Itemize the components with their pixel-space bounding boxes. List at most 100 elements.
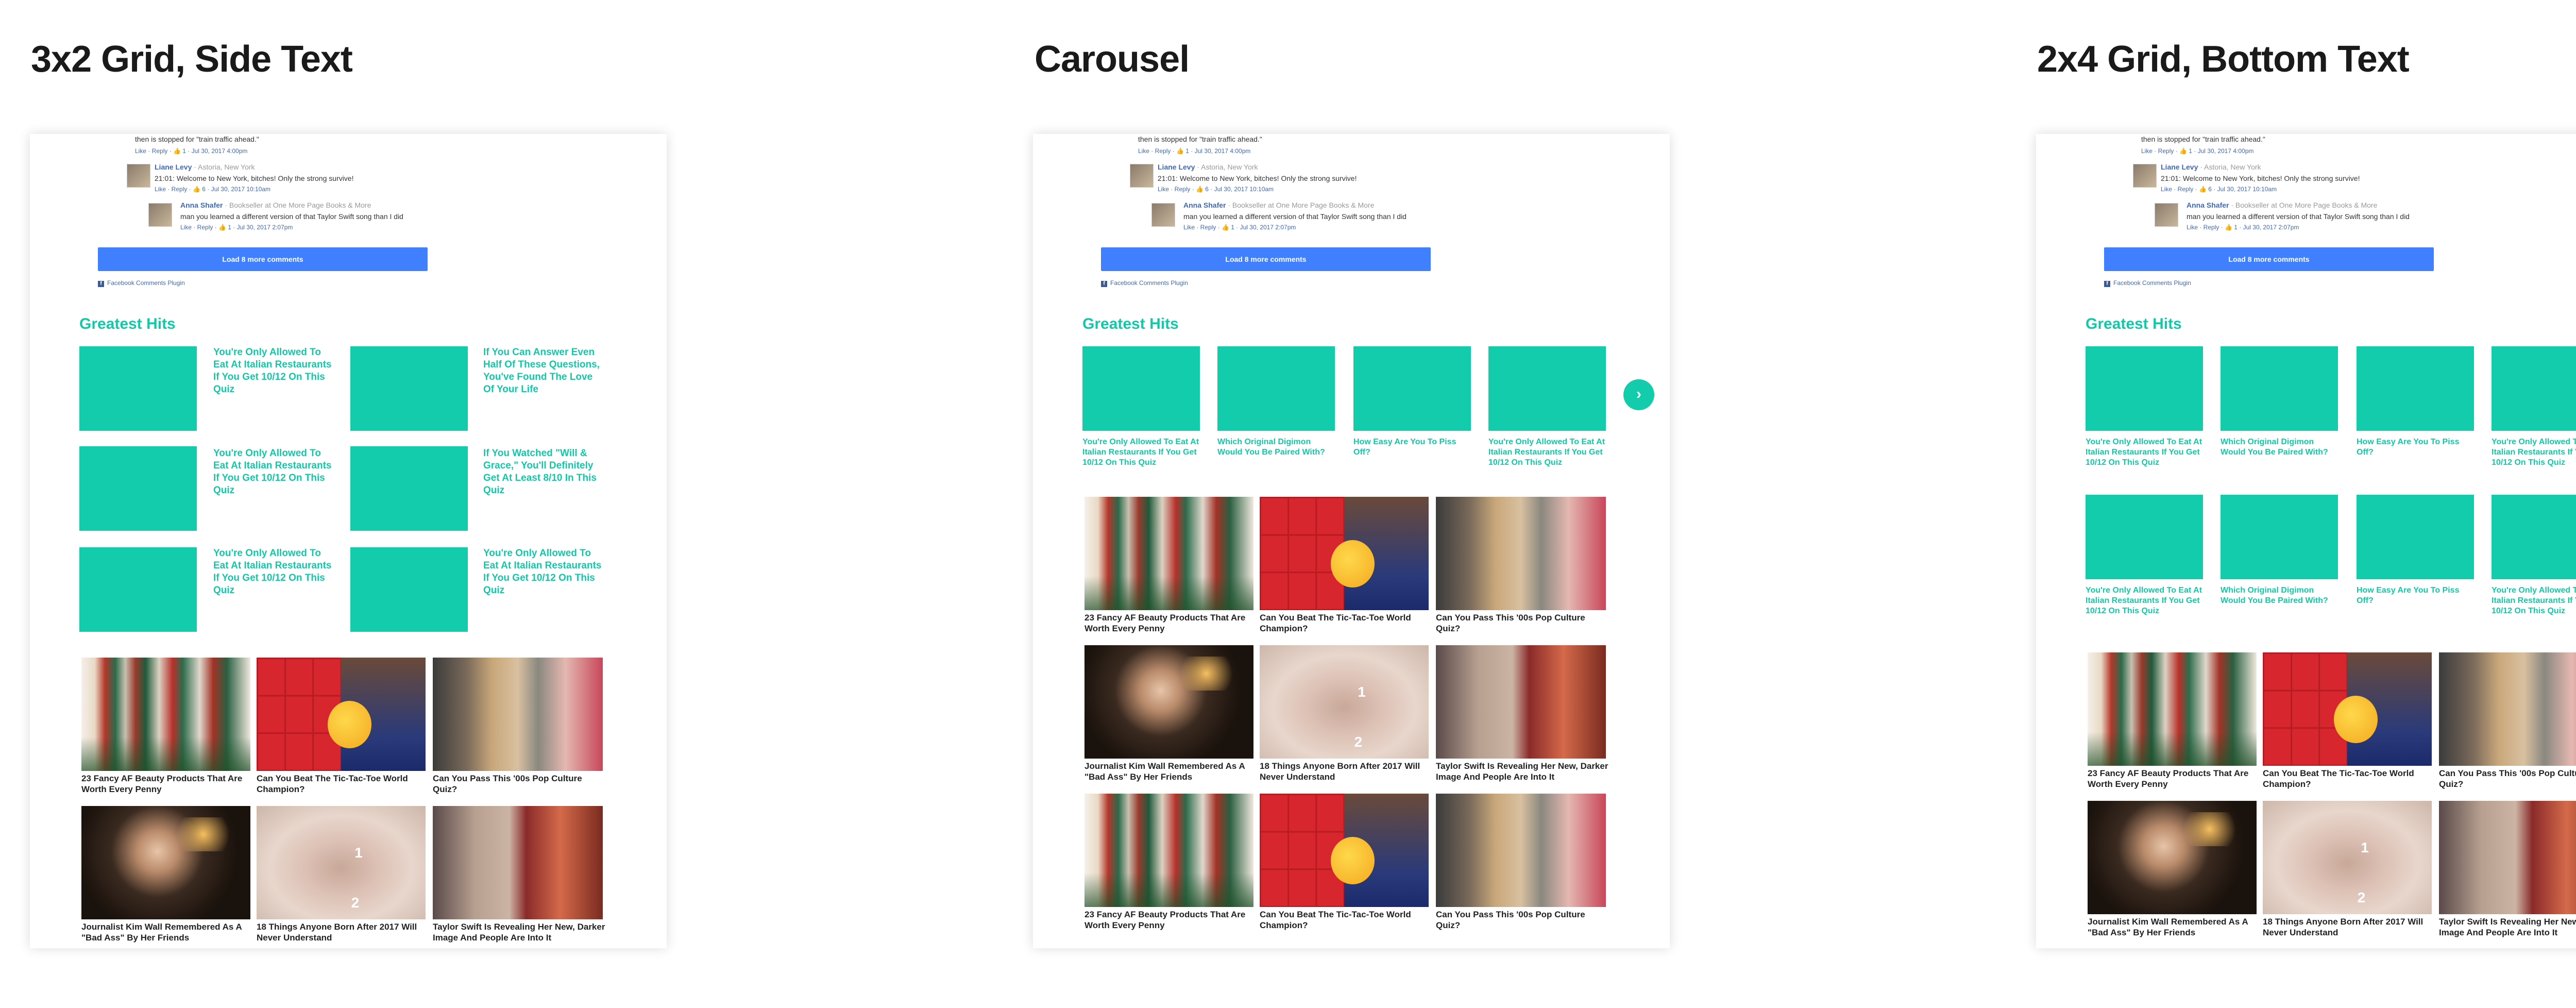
avatar[interactable] xyxy=(1151,203,1175,227)
load-more-comments-button[interactable]: Load 8 more comments xyxy=(1101,247,1431,271)
article-link[interactable]: Journalist Kim Wall Remembered As A "Bad… xyxy=(1084,761,1255,782)
load-more-comments-button[interactable]: Load 8 more comments xyxy=(2104,247,2434,271)
article-link[interactable]: 23 Fancy AF Beauty Products That Are Wor… xyxy=(2088,768,2258,789)
quiz-link[interactable]: You're Only Allowed To Eat At Italian Re… xyxy=(2086,437,2206,468)
article-image-kim-wall[interactable] xyxy=(2088,801,2257,914)
article-image-kim-wall[interactable] xyxy=(1084,645,1253,759)
avatar[interactable] xyxy=(148,203,172,227)
article-link[interactable]: Can You Beat The Tic-Tac-Toe World Champ… xyxy=(2263,768,2433,789)
comment-actions[interactable]: Like · Reply · 👍 1 · Jul 30, 2017 2:07pm xyxy=(180,224,293,231)
comment-author[interactable]: Anna Shafer · Bookseller at One More Pag… xyxy=(2187,201,2377,209)
comment-actions[interactable]: Like · Reply · 👍 1 · Jul 30, 2017 4:00pm xyxy=(2141,147,2253,155)
article-link[interactable]: 18 Things Anyone Born After 2017 Will Ne… xyxy=(2263,916,2433,938)
article-image-beauty-products[interactable] xyxy=(1084,497,1253,610)
article-link[interactable]: Journalist Kim Wall Remembered As A "Bad… xyxy=(81,921,251,943)
quiz-link[interactable]: How Easy Are You To Piss Off? xyxy=(2357,585,2477,606)
quiz-thumbnail[interactable] xyxy=(350,346,468,431)
article-link[interactable]: 18 Things Anyone Born After 2017 Will Ne… xyxy=(257,921,427,943)
comment-actions[interactable]: Like · Reply · 👍 6 · Jul 30, 2017 10:10a… xyxy=(2161,186,2277,193)
quiz-thumbnail[interactable] xyxy=(79,446,197,531)
avatar[interactable] xyxy=(2133,164,2157,188)
quiz-link[interactable]: You're Only Allowed To Eat At Italian Re… xyxy=(483,547,603,597)
quiz-thumbnail[interactable] xyxy=(1082,346,1200,431)
avatar[interactable] xyxy=(127,164,150,188)
quiz-link[interactable]: How Easy Are You To Piss Off? xyxy=(2357,437,2477,458)
article-image-tic-tac-toe[interactable] xyxy=(2263,652,2432,766)
comment-author[interactable]: Liane Levy · Astoria, New York xyxy=(1158,163,1258,171)
comment-author[interactable]: Liane Levy · Astoria, New York xyxy=(2161,163,2261,171)
article-link[interactable]: 18 Things Anyone Born After 2017 Will Ne… xyxy=(1260,761,1430,782)
article-link[interactable]: Taylor Swift Is Revealing Her New, Darke… xyxy=(1436,761,1611,782)
quiz-thumbnail[interactable] xyxy=(1488,346,1606,431)
quiz-thumbnail[interactable] xyxy=(2357,346,2474,431)
comment-actions[interactable]: Like · Reply · 👍 6 · Jul 30, 2017 10:10a… xyxy=(1158,186,1274,193)
article-image-beauty-products[interactable] xyxy=(2088,652,2257,766)
load-more-comments-button[interactable]: Load 8 more comments xyxy=(98,247,428,271)
comment-actions[interactable]: Like · Reply · 👍 1 · Jul 30, 2017 4:00pm xyxy=(1138,147,1250,155)
quiz-link[interactable]: You're Only Allowed To Eat At Italian Re… xyxy=(2086,585,2206,616)
quiz-link[interactable]: If You Watched "Will & Grace," You'll De… xyxy=(483,447,603,497)
quiz-thumbnail[interactable] xyxy=(79,547,197,632)
article-image-taylor-swift[interactable] xyxy=(2439,801,2576,914)
avatar[interactable] xyxy=(2155,203,2178,227)
quiz-thumbnail[interactable] xyxy=(2221,495,2338,579)
quiz-link[interactable]: You're Only Allowed To Eat At Italian Re… xyxy=(2492,585,2576,616)
quiz-link[interactable]: How Easy Are You To Piss Off? xyxy=(1353,437,1474,458)
article-image-pop-culture[interactable] xyxy=(433,658,603,771)
article-link[interactable]: Can You Pass This '00s Pop Culture Quiz? xyxy=(1436,909,1611,931)
facebook-comments-plugin-link[interactable]: f Facebook Comments Plugin xyxy=(1101,279,1188,287)
article-link[interactable]: 23 Fancy AF Beauty Products That Are Wor… xyxy=(81,773,251,795)
article-image-pop-culture[interactable] xyxy=(1436,794,1606,907)
quiz-thumbnail[interactable] xyxy=(2492,495,2576,579)
quiz-link[interactable]: You're Only Allowed To Eat At Italian Re… xyxy=(213,547,332,597)
quiz-link[interactable]: You're Only Allowed To Eat At Italian Re… xyxy=(213,346,332,396)
quiz-link[interactable]: Which Original Digimon Would You Be Pair… xyxy=(1217,437,1338,458)
article-image-tic-tac-toe[interactable] xyxy=(257,658,426,771)
quiz-thumbnail[interactable] xyxy=(2357,495,2474,579)
article-link[interactable]: 23 Fancy AF Beauty Products That Are Wor… xyxy=(1084,612,1255,634)
article-link[interactable]: Can You Pass This '00s Pop Culture Quiz? xyxy=(433,773,608,795)
article-link[interactable]: Taylor Swift Is Revealing Her New, Darke… xyxy=(433,921,608,943)
facebook-comments-plugin-link[interactable]: f Facebook Comments Plugin xyxy=(2104,279,2191,287)
comment-actions[interactable]: Like · Reply · 👍 1 · Jul 30, 2017 2:07pm xyxy=(2187,224,2299,231)
quiz-link[interactable]: Which Original Digimon Would You Be Pair… xyxy=(2221,437,2341,458)
article-link[interactable]: Can You Beat The Tic-Tac-Toe World Champ… xyxy=(257,773,427,795)
article-link[interactable]: Taylor Swift Is Revealing Her New, Darke… xyxy=(2439,916,2576,938)
article-image-tic-tac-toe[interactable] xyxy=(1260,794,1429,907)
article-link[interactable]: Can You Pass This '00s Pop Culture Quiz? xyxy=(1436,612,1611,634)
quiz-link[interactable]: You're Only Allowed To Eat At Italian Re… xyxy=(1082,437,1203,468)
article-image-beauty-products[interactable] xyxy=(1084,794,1253,907)
quiz-link[interactable]: You're Only Allowed To Eat At Italian Re… xyxy=(213,447,332,497)
quiz-thumbnail[interactable] xyxy=(79,346,197,431)
quiz-thumbnail[interactable] xyxy=(350,547,468,632)
comment-actions[interactable]: Like · Reply · 👍 6 · Jul 30, 2017 10:10a… xyxy=(155,186,270,193)
article-image-pop-culture[interactable] xyxy=(2439,652,2576,766)
article-link[interactable]: Can You Beat The Tic-Tac-Toe World Champ… xyxy=(1260,909,1430,931)
comment-actions[interactable]: Like · Reply · 👍 1 · Jul 30, 2017 2:07pm xyxy=(1183,224,1296,231)
quiz-link[interactable]: You're Only Allowed To Eat At Italian Re… xyxy=(2492,437,2576,468)
article-link[interactable]: Can You Pass This '00s Pop Culture Quiz? xyxy=(2439,768,2576,789)
quiz-thumbnail[interactable] xyxy=(2221,346,2338,431)
quiz-thumbnail[interactable] xyxy=(350,446,468,531)
carousel-next-button[interactable]: › xyxy=(1623,379,1654,410)
article-image-taylor-swift[interactable] xyxy=(1436,645,1606,759)
article-image-nose[interactable]: 12 xyxy=(2263,801,2432,914)
quiz-link[interactable]: If You Can Answer Even Half Of These Que… xyxy=(483,346,603,396)
article-link[interactable]: Can You Beat The Tic-Tac-Toe World Champ… xyxy=(1260,612,1430,634)
quiz-thumbnail[interactable] xyxy=(1353,346,1471,431)
comment-author[interactable]: Anna Shafer · Bookseller at One More Pag… xyxy=(1183,201,1374,209)
article-image-kim-wall[interactable] xyxy=(81,806,250,919)
quiz-thumbnail[interactable] xyxy=(1217,346,1335,431)
article-image-nose[interactable]: 12 xyxy=(257,806,426,919)
article-link[interactable]: Journalist Kim Wall Remembered As A "Bad… xyxy=(2088,916,2258,938)
comment-author[interactable]: Anna Shafer · Bookseller at One More Pag… xyxy=(180,201,371,209)
quiz-link[interactable]: Which Original Digimon Would You Be Pair… xyxy=(2221,585,2341,606)
quiz-thumbnail[interactable] xyxy=(2086,346,2203,431)
article-image-taylor-swift[interactable] xyxy=(433,806,603,919)
article-image-beauty-products[interactable] xyxy=(81,658,250,771)
facebook-comments-plugin-link[interactable]: f Facebook Comments Plugin xyxy=(98,279,185,287)
comment-author[interactable]: Liane Levy · Astoria, New York xyxy=(155,163,255,171)
article-image-nose[interactable]: 12 xyxy=(1260,645,1429,759)
quiz-thumbnail[interactable] xyxy=(2086,495,2203,579)
article-image-tic-tac-toe[interactable] xyxy=(1260,497,1429,610)
